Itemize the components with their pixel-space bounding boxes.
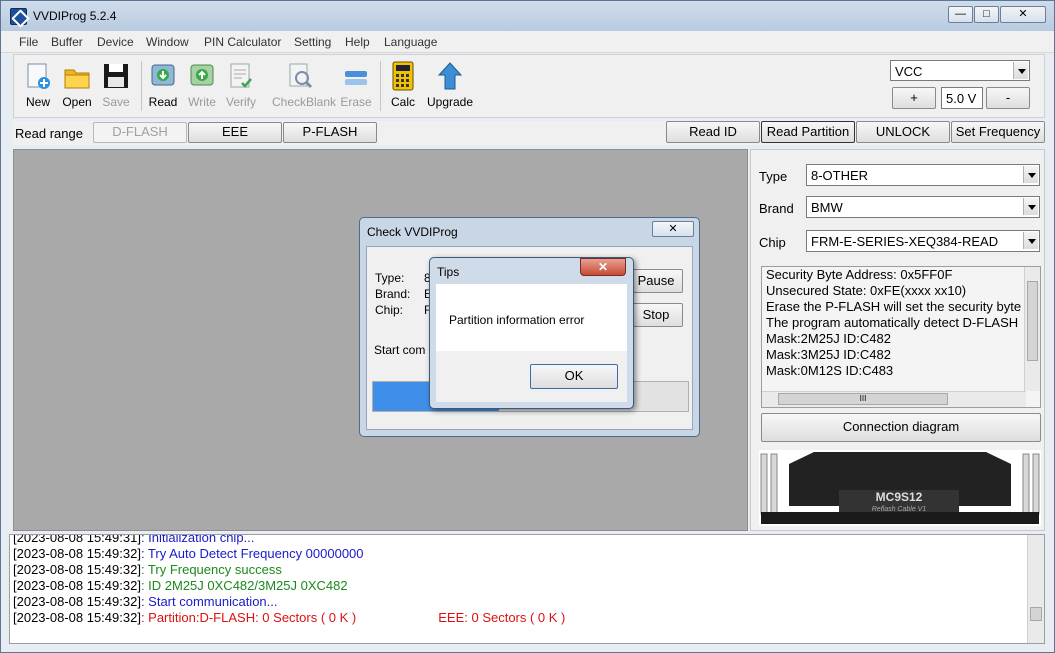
info-line: Mask:0M12S ID:C483 [766, 363, 894, 378]
tips-message: Partition information error [449, 313, 585, 327]
menu-bar: File Buffer Device Window PIN Calculator… [1, 31, 1054, 53]
save-button[interactable]: Save [94, 59, 138, 115]
log-row: [2023-08-08 15:49:32]: Try Frequency suc… [13, 562, 282, 577]
new-icon [27, 63, 50, 89]
log-row: [2023-08-08 15:49:32]: ID 2M25J 0XC482/3… [13, 578, 348, 593]
log-row: [2023-08-08 15:49:31]: Initialization ch… [13, 534, 255, 545]
menu-device[interactable]: Device [97, 35, 134, 49]
voltage-display: 5.0 V [941, 87, 983, 109]
read-range-label: Read range [15, 126, 83, 141]
maximize-button[interactable]: □ [974, 6, 999, 23]
chip-select[interactable]: FRM-E-SERIES-XEQ384-READ [806, 230, 1040, 252]
info-line: Mask:3M25J ID:C482 [766, 347, 891, 362]
minimize-button[interactable]: — [948, 6, 973, 23]
menu-setting[interactable]: Setting [294, 35, 331, 49]
read-range-bar: Read range D-FLASH EEE P-FLASH Read ID R… [13, 121, 1045, 145]
upgrade-arrow-icon [437, 62, 463, 90]
chip-info-panel: Type 8-OTHER Brand BMW Chip FRM-E-SERIES… [750, 149, 1045, 531]
calculator-icon [392, 61, 414, 91]
app-logo-icon [10, 8, 27, 25]
tab-d-flash[interactable]: D-FLASH [93, 122, 187, 143]
log-row: [2023-08-08 15:49:32]: Try Auto Detect F… [13, 546, 364, 561]
info-line: Erase the P-FLASH will set the security … [766, 299, 1022, 314]
type-select[interactable]: 8-OTHER [806, 164, 1040, 186]
voltage-decrease-button[interactable]: - [986, 87, 1030, 109]
check-brand-label: Brand: [375, 287, 411, 301]
window-title: VVDIProg 5.2.4 [33, 9, 117, 23]
tips-close-button[interactable]: ✕ [580, 258, 626, 276]
chevron-down-icon [1023, 166, 1038, 183]
chevron-down-icon [1023, 232, 1038, 249]
save-disk-icon [104, 64, 128, 88]
type-label: Type [759, 169, 788, 184]
title-bar: VVDIProg 5.2.4 — □ ✕ [1, 1, 1054, 31]
toolbar: New Open Save Read Write Verify CheckBla… [13, 54, 1045, 118]
info-line: Unsecured State: 0xFE(xxxx xx10) [766, 283, 967, 298]
log-scrollbar[interactable] [1027, 535, 1044, 643]
chip-label: Chip [759, 235, 786, 250]
check-status-text: Start com [374, 343, 426, 357]
info-line: Mask:2M25J ID:C482 [766, 331, 891, 346]
connector-label: MC9S12 [876, 490, 923, 504]
read-chip-icon [151, 64, 175, 86]
unlock-button[interactable]: UNLOCK [856, 121, 950, 143]
erase-icon [345, 71, 367, 85]
checkblank-icon [289, 63, 313, 89]
menu-language[interactable]: Language [384, 35, 437, 49]
set-frequency-button[interactable]: Set Frequency [951, 121, 1045, 143]
brand-label: Brand [759, 201, 794, 216]
read-id-button[interactable]: Read ID [666, 121, 760, 143]
check-type-label: Type: [375, 271, 405, 285]
voltage-increase-button[interactable]: + [892, 87, 936, 109]
connection-diagram-button[interactable]: Connection diagram [761, 413, 1041, 442]
chevron-down-icon [1013, 62, 1028, 79]
tips-footer: OK [436, 351, 627, 402]
write-chip-icon [190, 64, 214, 86]
info-line: Security Byte Address: 0x5FF0F [766, 267, 953, 282]
tips-title: Tips [437, 265, 460, 279]
checkblank-button[interactable]: CheckBlank [272, 59, 336, 115]
tips-body: Partition information error [436, 284, 627, 351]
brand-select[interactable]: BMW [806, 196, 1040, 218]
read-partition-button[interactable]: Read Partition [761, 121, 855, 143]
calc-button[interactable]: Calc [381, 59, 425, 115]
vcc-select[interactable]: VCC [890, 60, 1030, 81]
menu-help[interactable]: Help [345, 35, 370, 49]
menu-window[interactable]: Window [146, 35, 189, 49]
open-folder-icon [64, 69, 90, 89]
check-dialog-title: Check VVDIProg [367, 225, 458, 239]
log-panel: [2023-08-08 15:49:31]: Initialization ch… [9, 534, 1045, 644]
upgrade-button[interactable]: Upgrade [427, 59, 473, 115]
check-chip-label: Chip: [375, 303, 404, 317]
log-row: [2023-08-08 15:49:32]: Start communicati… [13, 594, 278, 609]
verify-button[interactable]: Verify [219, 59, 263, 115]
connector-image: MC9S12 Reflash Cable V1 [759, 450, 1041, 526]
info-vertical-scrollbar[interactable] [1024, 267, 1040, 391]
erase-button[interactable]: Erase [334, 59, 378, 115]
check-dialog-close-button[interactable]: ✕ [652, 221, 694, 237]
tips-dialog: Tips ✕ Partition information error OK [429, 257, 634, 409]
menu-buffer[interactable]: Buffer [51, 35, 83, 49]
info-horizontal-scrollbar[interactable]: III [762, 391, 1026, 407]
tab-eee[interactable]: EEE [188, 122, 282, 143]
chevron-down-icon [1023, 198, 1038, 215]
info-line: The program automatically detect D-FLASH [766, 315, 1019, 330]
menu-file[interactable]: File [19, 35, 38, 49]
main-window: VVDIProg 5.2.4 — □ ✕ File Buffer Device … [0, 0, 1055, 653]
connector-sublabel: Reflash Cable V1 [872, 506, 927, 513]
ok-button[interactable]: OK [530, 364, 618, 389]
verify-icon [230, 63, 252, 88]
close-button[interactable]: ✕ [1000, 6, 1046, 23]
tab-p-flash[interactable]: P-FLASH [283, 122, 377, 143]
chip-info-text: Security Byte Address: 0x5FF0F Unsecured… [761, 266, 1041, 408]
pause-button[interactable]: Pause [629, 269, 683, 293]
log-row: [2023-08-08 15:49:32]: Partition:D-FLASH… [13, 610, 566, 625]
menu-pin-calculator[interactable]: PIN Calculator [204, 35, 281, 49]
stop-button[interactable]: Stop [629, 303, 683, 327]
